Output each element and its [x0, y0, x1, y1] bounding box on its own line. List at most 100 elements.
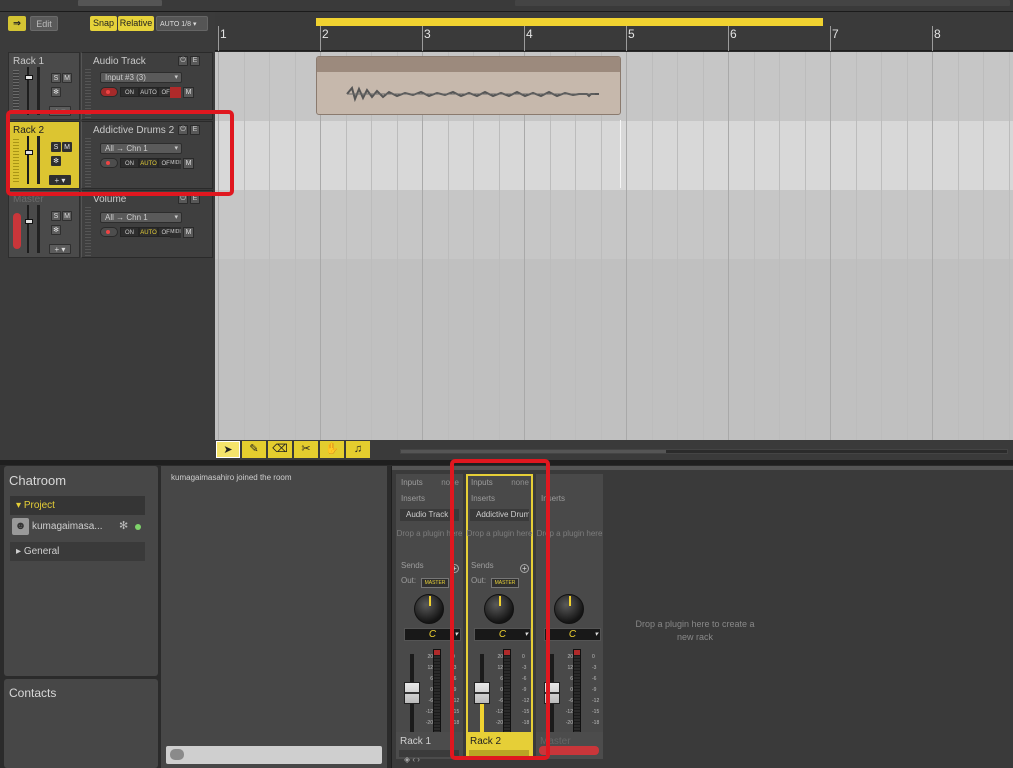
note-tool-icon[interactable]: ♫: [346, 441, 370, 458]
rack-cell[interactable]: Master S M ✻ + ▾: [8, 190, 80, 258]
scale-left: 20 12 6 0 -6 -12 -20: [563, 652, 573, 729]
playhead[interactable]: [620, 120, 621, 188]
arrange-grid[interactable]: [215, 52, 1013, 447]
track-cell[interactable]: Volume ⏻ E All → Chn 1 ▾ ON AUTO OFF MIDI…: [81, 190, 213, 258]
rack-fader-handle[interactable]: [25, 75, 33, 80]
input-select[interactable]: All → Chn 1 ▾: [100, 212, 182, 223]
scale-label: -20: [565, 720, 573, 726]
add-track-button[interactable]: + ▾: [49, 244, 71, 254]
rack-fader-handle[interactable]: [25, 219, 33, 224]
edit-plugin-button[interactable]: E: [190, 56, 200, 66]
inputs-label: Inputs: [401, 478, 423, 487]
mute-button[interactable]: M: [62, 73, 72, 83]
rack-name: Rack 1: [13, 56, 45, 67]
mixer-nav-icon[interactable]: ◈ ‹ ›: [404, 755, 420, 764]
monitor-on-button[interactable]: ON: [120, 87, 139, 97]
snap-value-select[interactable]: AUTO 1/8 ▾: [156, 16, 208, 31]
select-tool-icon[interactable]: ➤: [216, 441, 240, 458]
lane[interactable]: [215, 121, 1013, 190]
scrollbar-thumb[interactable]: [401, 450, 666, 453]
ruler-bar-number: 1: [220, 27, 227, 41]
monitor-auto-button[interactable]: AUTO: [139, 227, 158, 237]
grid-line: [295, 52, 296, 447]
monitor-on-button[interactable]: ON: [120, 227, 139, 237]
chat-input[interactable]: [166, 746, 382, 764]
record-arm-button[interactable]: [100, 87, 118, 97]
rack-fader-track: [27, 205, 29, 253]
project-label: Project: [23, 500, 55, 511]
midi-indicator: MIDI: [170, 227, 181, 238]
ruler-bar-number: 7: [832, 27, 839, 41]
user-name: kumagaimasa...: [32, 521, 103, 532]
chevron-down-icon: ▾: [174, 74, 178, 81]
snap-value-text: AUTO 1/8: [160, 21, 191, 28]
pan-value: C: [428, 629, 437, 640]
project-group[interactable]: ▾ Project: [10, 496, 145, 515]
loop-region[interactable]: [316, 18, 823, 26]
scale-label: 12: [427, 665, 433, 671]
scale-label: 0: [430, 687, 433, 693]
contacts-title: Contacts: [9, 686, 57, 700]
volume-fader-handle[interactable]: [404, 682, 420, 704]
peak-indicator: [434, 650, 440, 655]
lane[interactable]: [215, 259, 1013, 447]
chat-bubble-icon: [170, 749, 184, 760]
mute-button[interactable]: M: [62, 211, 72, 221]
solo-button[interactable]: S: [51, 73, 61, 83]
edit-button[interactable]: Edit: [30, 16, 58, 31]
pan-knob[interactable]: [554, 594, 584, 624]
timeline-ruler[interactable]: 1 2 3 4 5 6 7 8: [215, 12, 1013, 51]
scale-label: 20: [567, 654, 573, 660]
track-row[interactable]: Master S M ✻ + ▾ Volume ⏻ E All → Chn 1 ▾…: [8, 190, 215, 258]
pan-field[interactable]: C ▾: [544, 628, 601, 641]
audio-clip[interactable]: [316, 56, 621, 115]
general-group[interactable]: ▸ General: [10, 542, 145, 561]
ruler-tick: [626, 26, 627, 51]
hand-tool-icon[interactable]: ✋: [320, 441, 344, 458]
pencil-tool-icon[interactable]: ✎: [242, 441, 266, 458]
track-mute-button[interactable]: M: [183, 227, 194, 238]
output-select[interactable]: MASTER: [421, 578, 449, 588]
lane[interactable]: [215, 190, 1013, 259]
annotation-box: [6, 110, 234, 196]
power-icon[interactable]: ⏻: [178, 56, 188, 66]
solo-button[interactable]: S: [51, 211, 61, 221]
follow-playhead-button[interactable]: ⇒: [8, 16, 26, 31]
grid-line: [881, 52, 882, 447]
scale-label: -12: [565, 709, 573, 715]
fx-button[interactable]: ✻: [51, 87, 61, 97]
level-meter: [573, 649, 581, 737]
scale-label: -12: [592, 698, 600, 704]
new-rack-drop-hint[interactable]: Drop a plugin here to create a new rack: [630, 618, 760, 644]
ruler-bar-number: 3: [424, 27, 431, 41]
grid-line: [626, 52, 627, 447]
pan-knob[interactable]: [414, 594, 444, 624]
track-grip[interactable]: [85, 207, 91, 257]
chatroom-panel: Chatroom ▾ Project ☻ kumagaimasa... ✻ ▸ …: [4, 466, 158, 676]
chat-user-row[interactable]: ☻ kumagaimasa... ✻: [10, 517, 145, 536]
scissors-tool-icon[interactable]: ✂: [294, 441, 318, 458]
track-mute-button[interactable]: M: [183, 87, 194, 98]
input-select-value: All → Chn 1: [105, 213, 148, 222]
scale-label: -6: [428, 698, 433, 704]
gear-icon[interactable]: ✻: [119, 519, 128, 532]
scale-left: 20 12 6 0 -6 -12 -20: [423, 652, 433, 729]
grid-line: [983, 52, 984, 447]
grid-line: [728, 52, 729, 447]
monitor-auto-button[interactable]: AUTO: [139, 87, 158, 97]
snap-button[interactable]: Snap: [90, 16, 117, 31]
clip-header[interactable]: [317, 57, 620, 72]
relative-button[interactable]: Relative: [118, 16, 154, 31]
eraser-tool-icon[interactable]: ⌫: [268, 441, 292, 458]
contacts-panel: Contacts: [4, 679, 158, 768]
general-label: General: [23, 546, 60, 557]
scale-label: 20: [427, 654, 433, 660]
top-strip: [0, 0, 1013, 12]
record-arm-button[interactable]: [100, 227, 118, 237]
scale-label: 12: [567, 665, 573, 671]
horizontal-scrollbar[interactable]: [400, 449, 1008, 454]
input-select[interactable]: Input #3 (3) ▾: [100, 72, 182, 83]
online-status-icon: [135, 524, 141, 530]
fx-button[interactable]: ✻: [51, 225, 61, 235]
ruler-bar-number: 4: [526, 27, 533, 41]
